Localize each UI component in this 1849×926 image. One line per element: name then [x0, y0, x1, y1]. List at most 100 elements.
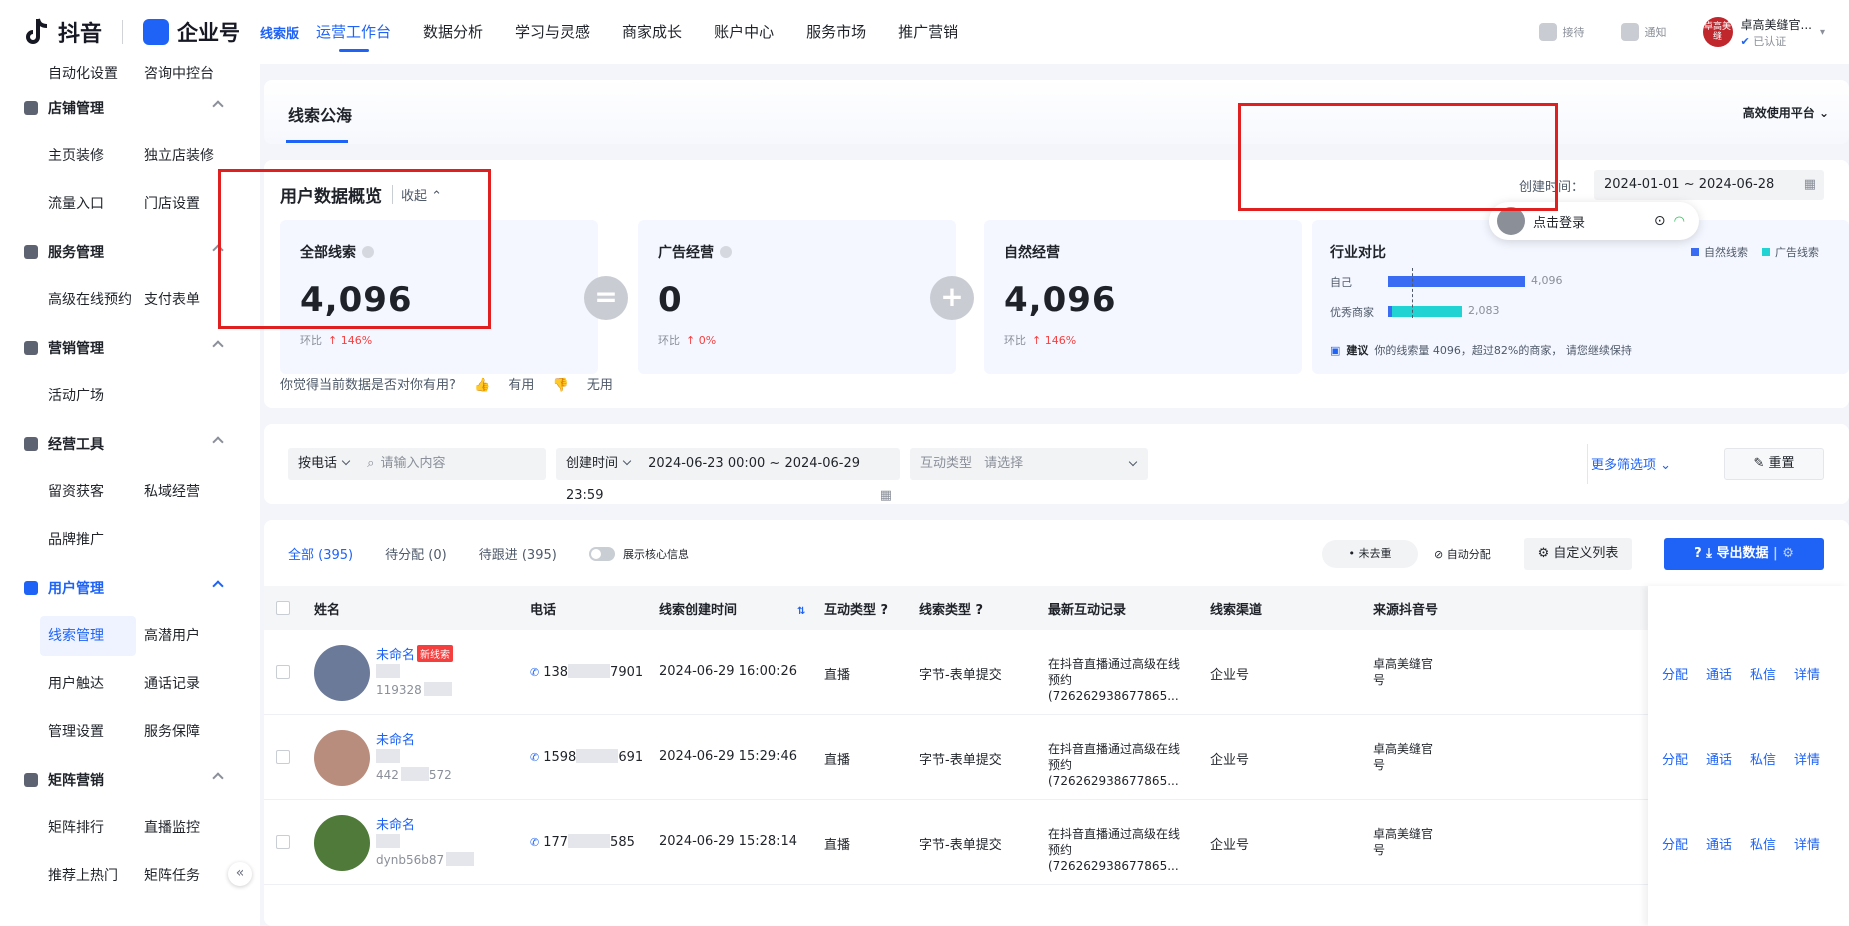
action-1[interactable]: 通话 [1706, 749, 1732, 768]
sidebar-row: 用户触达 通话记录 [0, 660, 260, 708]
sidebar-group-6[interactable]: 营销管理 [0, 324, 260, 372]
group-icon [24, 581, 38, 595]
tab-follow-up[interactable]: 待跟进 (395) [479, 544, 557, 563]
bar-top-ad [1392, 306, 1462, 317]
industry-row-self: 自己 [1330, 276, 1352, 289]
sidebar-item[interactable]: 留资获客 [40, 472, 136, 512]
action-1[interactable]: 通话 [1706, 834, 1732, 853]
action-3[interactable]: 详情 [1794, 834, 1820, 853]
action-2[interactable]: 私信 [1750, 664, 1776, 683]
sidebar-item[interactable]: 通话记录 [136, 664, 232, 704]
nav-item-6[interactable]: 推广营销 [898, 0, 958, 64]
nav-item-4[interactable]: 账户中心 [714, 0, 774, 64]
stat-natural-leads: 自然经营 4,096 环比 ↑ 146% [984, 220, 1302, 374]
efficient-platform-link[interactable]: 高效使用平台 ⌄ [1743, 104, 1829, 121]
toggle-switch[interactable] [589, 547, 615, 561]
create-time-range[interactable]: 2024-01-01 ~ 2024-06-28 ▦ [1594, 170, 1825, 200]
action-0[interactable]: 分配 [1662, 664, 1688, 683]
sidebar-item[interactable]: 线索管理 [40, 616, 136, 656]
sidebar-item[interactable]: 品牌推广 [40, 520, 136, 560]
sidebar-group-15[interactable]: 矩阵营销 [0, 756, 260, 804]
row-checkbox[interactable] [276, 750, 290, 764]
nav-item-1[interactable]: 数据分析 [423, 0, 483, 64]
row-checkbox[interactable] [276, 665, 290, 679]
bar-self-value: 4,096 [1531, 274, 1563, 287]
action-3[interactable]: 详情 [1794, 749, 1820, 768]
nav-item-5[interactable]: 服务市场 [806, 0, 866, 64]
custom-columns-button[interactable]: ⚙ 自定义列表 [1524, 538, 1632, 570]
sidebar-item[interactable]: 高潜用户 [136, 616, 232, 656]
sidebar-item[interactable]: 主页装修 [40, 136, 136, 176]
sidebar-item[interactable]: 矩阵任务 [136, 856, 232, 896]
useless-button[interactable]: 👎 无用 [553, 378, 613, 393]
bar-top-value: 2,083 [1468, 304, 1500, 317]
auto-assign-toggle[interactable]: ⊘ 自动分配 [1434, 546, 1491, 562]
tab-leads-pool[interactable]: 线索公海 [288, 102, 352, 126]
avatar [314, 730, 370, 786]
action-2[interactable]: 私信 [1750, 834, 1776, 853]
sidebar-group-11[interactable]: 用户管理 [0, 564, 260, 612]
reset-button[interactable]: ✎ 重置 [1724, 448, 1824, 480]
plus-icon: + [930, 276, 974, 320]
lead-sub [376, 749, 400, 764]
notify-button[interactable]: 通知 [1620, 23, 1667, 41]
col-create-time[interactable]: 线索创建时间 ⇅ [659, 599, 805, 618]
time-filter[interactable]: 创建时间 2024-06-23 00:00 ~ 2024-06-29 23:59… [556, 448, 900, 503]
action-0[interactable]: 分配 [1662, 834, 1688, 853]
lead-name-cell: 未命名 [376, 814, 415, 833]
sidebar-item[interactable]: 流量入口 [40, 184, 136, 224]
collapse-sidebar-button[interactable]: « [228, 862, 252, 886]
sidebar-item[interactable]: 直播监控 [136, 808, 232, 848]
row-actions: 分配 通话 私信 详情 [1662, 834, 1820, 853]
select-all-checkbox[interactable] [276, 601, 290, 615]
download-icon: ⤓ [1706, 546, 1717, 561]
sidebar-item[interactable]: 高级在线预约 [40, 280, 136, 320]
row-actions: 分配 通话 私信 详情 [1662, 749, 1820, 768]
help-icon[interactable] [720, 246, 732, 258]
sidebar-item[interactable]: 管理设置 [40, 712, 136, 752]
phone-cell[interactable]: ✆ 177 585 [530, 834, 635, 850]
lead-id: dynb56b87 [376, 852, 475, 867]
account-menu[interactable]: 卓高美缝 卓高美缝官... ✔ 已认证 ▾ [1702, 16, 1825, 49]
interact-type-select[interactable]: 互动类型 请选择 [910, 448, 1148, 480]
lead-name[interactable]: 未命名 [376, 818, 415, 833]
sidebar-item[interactable]: 私域经营 [136, 472, 232, 512]
action-1[interactable]: 通话 [1706, 664, 1732, 683]
phone-search[interactable]: 按电话 ⌕ 请输入内容 [288, 448, 546, 480]
row-checkbox[interactable] [276, 835, 290, 849]
group-icon [24, 437, 38, 451]
nav-item-0[interactable]: 运营工作台 [316, 0, 391, 64]
tab-unassigned[interactable]: 待分配 (0) [385, 544, 447, 563]
search-input[interactable]: 请输入内容 [380, 456, 445, 471]
table-row: 未命名 442 572 ✆ 1598 691 2024-06-29 15:29:46 直播 字节… [264, 715, 1849, 800]
nav-item-3[interactable]: 商家成长 [622, 0, 682, 64]
reception-button[interactable]: 接待 [1538, 23, 1585, 41]
lead-name[interactable]: 未命名 [376, 648, 415, 663]
sidebar-item[interactable]: 服务保障 [136, 712, 232, 752]
sidebar-item[interactable]: 用户触达 [40, 664, 136, 704]
sidebar-item[interactable]: 矩阵排行 [40, 808, 136, 848]
dedupe-toggle[interactable]: • 未去重 [1322, 540, 1418, 568]
sidebar-item[interactable]: 推荐上热门 [40, 856, 136, 896]
core-info-toggle[interactable]: 展示核心信息 [589, 546, 689, 562]
sidebar-row: 线索管理 高潜用户 [0, 612, 260, 660]
nav-item-2[interactable]: 学习与灵感 [515, 0, 590, 64]
brand-logo[interactable]: 抖音 企业号 线索版 [24, 16, 299, 48]
phone-cell[interactable]: ✆ 138 7901 [530, 664, 643, 680]
sidebar-item[interactable]: 活动广场 [40, 376, 136, 416]
export-button[interactable]: ? ⤓ 导出数据 | ⚙ [1664, 538, 1824, 570]
useful-button[interactable]: 👍 有用 [474, 378, 534, 393]
sidebar-group-1[interactable]: 店铺管理 [0, 84, 260, 132]
sidebar-group-8[interactable]: 经营工具 [0, 420, 260, 468]
lead-name[interactable]: 未命名 [376, 733, 415, 748]
action-2[interactable]: 私信 [1750, 749, 1776, 768]
phone-icon: ✆ [530, 836, 540, 849]
tab-all[interactable]: 全部 (395) [288, 544, 353, 563]
action-0[interactable]: 分配 [1662, 749, 1688, 768]
more-filters-button[interactable]: 更多筛选项 ⌄ [1591, 454, 1671, 473]
phone-cell[interactable]: ✆ 1598 691 [530, 749, 643, 765]
action-3[interactable]: 详情 [1794, 664, 1820, 683]
more-icon[interactable]: ⊙ [1654, 213, 1666, 229]
stat-value: 0 [658, 280, 683, 320]
double-chevron-icon: ⌄ [1818, 106, 1829, 120]
